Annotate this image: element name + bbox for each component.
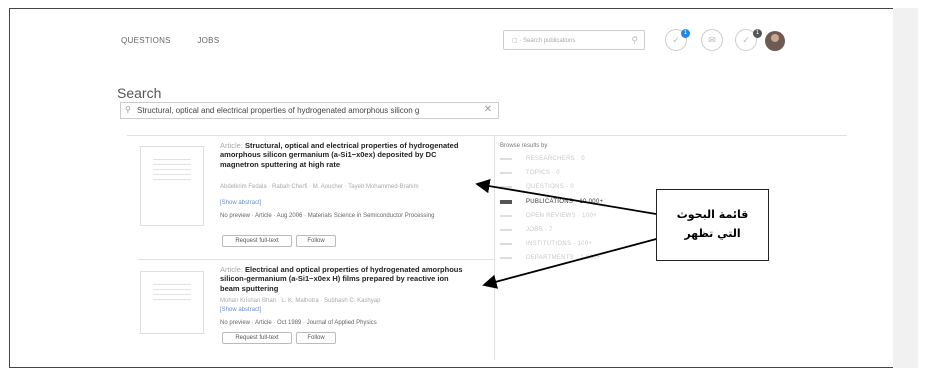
annotation-line-2: التي تظهر [684, 227, 741, 240]
annotation-line-1: قائمة البحوث [676, 208, 749, 221]
annotation-arrow-to-result-1 [475, 178, 657, 215]
annotation-arrow-to-result-2 [482, 237, 661, 289]
annotation-callout: قائمة البحوث التي تظهر [656, 189, 769, 261]
annotation-arrows [475, 178, 661, 289]
